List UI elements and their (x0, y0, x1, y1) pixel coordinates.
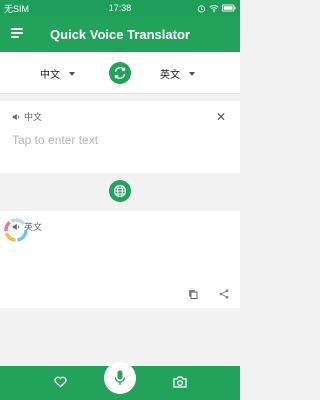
output-card: 英文 (0, 211, 240, 308)
swap-languages-button[interactable] (109, 62, 131, 84)
language-bar: 中文 英文 (0, 52, 240, 94)
app-title: Quick Voice Translator (50, 26, 190, 42)
heart-icon[interactable] (54, 376, 67, 388)
microphone-icon (114, 370, 126, 385)
bottom-bar (0, 362, 240, 400)
target-language-dropdown[interactable]: 英文 (160, 66, 195, 81)
copy-icon[interactable] (188, 289, 198, 299)
close-icon: ✕ (216, 110, 227, 124)
input-language-label: 中文 (24, 112, 43, 122)
target-language-label: 英文 (160, 70, 180, 81)
translate-button[interactable] (109, 180, 131, 202)
status-time: 17:38 (108, 3, 132, 13)
share-icon[interactable] (219, 289, 229, 299)
speaker-icon[interactable] (12, 113, 20, 121)
input-language-row: 中文 (12, 110, 42, 123)
camera-icon[interactable] (173, 376, 187, 388)
source-language-dropdown[interactable]: 中文 (40, 66, 75, 81)
globe-icon (113, 184, 127, 198)
chevron-down-icon (69, 71, 75, 76)
clear-button[interactable]: ✕ (216, 110, 226, 124)
app-bar: Quick Voice Translator (0, 16, 240, 52)
source-language-label: 中文 (40, 70, 60, 81)
chevron-down-icon (189, 71, 195, 76)
input-card: 中文 ✕ Tap to enter text (0, 101, 240, 173)
text-input[interactable]: Tap to enter text (12, 133, 98, 147)
status-bar: 无SIM 17:38 (0, 0, 240, 16)
loading-spinner (4, 218, 28, 242)
swap-icon (114, 67, 126, 79)
microphone-button[interactable] (104, 362, 136, 394)
